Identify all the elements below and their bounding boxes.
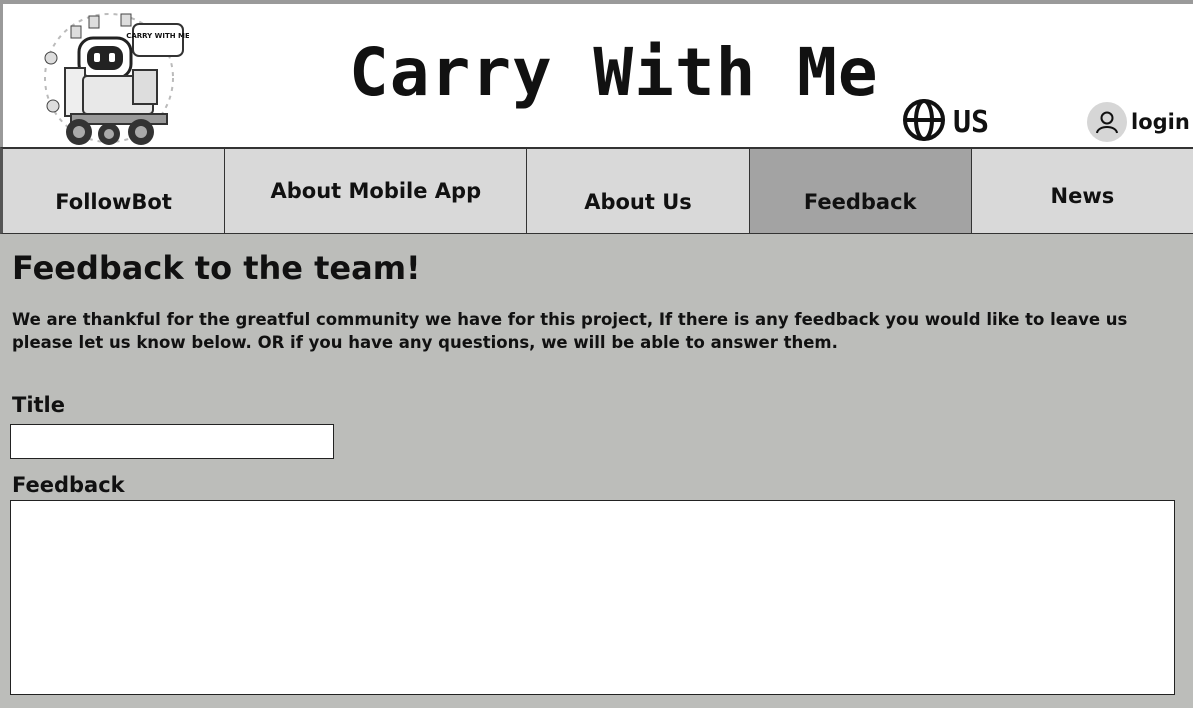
title-label: Title [12,393,66,417]
site-title: Carry With Me [349,34,879,111]
logo-bubble-text: CARRY WITH ME [126,32,189,40]
nav-item-news[interactable]: News [971,149,1193,233]
user-icon [1087,102,1127,142]
main-nav: FollowBot About Mobile App About Us Feed… [0,147,1193,234]
nav-item-about-us[interactable]: About Us [527,149,750,233]
nav-item-about-mobile-app[interactable]: About Mobile App [225,149,528,233]
nav-item-followbot[interactable]: FollowBot [3,149,226,233]
title-input[interactable] [10,424,334,459]
feedback-label: Feedback [12,473,125,497]
language-selector[interactable]: US [901,97,990,147]
feedback-section: Feedback to the team! We are thankful fo… [12,248,1182,354]
intro-text: We are thankful for the greatful communi… [12,310,1128,352]
nav-item-feedback[interactable]: Feedback [749,149,972,233]
page-title: Feedback to the team! [12,249,421,287]
language-label: US [953,104,990,140]
globe-icon [901,97,947,147]
feedback-textarea[interactable] [10,500,1175,695]
site-header: CARRY WITH ME Carry With Me US login [0,0,1193,147]
login-button[interactable]: login [1087,101,1190,143]
login-label: login [1131,110,1190,134]
robot-logo[interactable]: CARRY WITH ME [31,10,190,148]
